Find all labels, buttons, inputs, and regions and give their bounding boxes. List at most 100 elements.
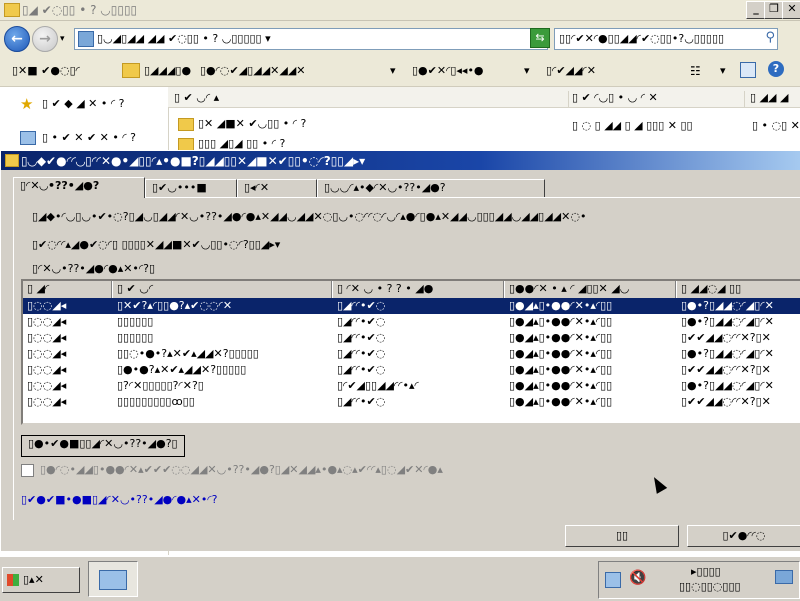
help-link[interactable]: ▯✔●✔■•●■▯◢◜✕◡•??•◢●◜●▴✕•◜? xyxy=(21,493,217,506)
tab-advanced[interactable]: ▯◡◡◜▴•◆◜✕◡•??•◢●? xyxy=(317,179,545,197)
ok-button[interactable]: ▯▯ xyxy=(565,525,679,547)
taskbar-explorer-app[interactable] xyxy=(88,561,138,597)
tab-security[interactable]: ▯◜✕◡•??•◢●? xyxy=(13,177,145,198)
close-button[interactable]: ✕ xyxy=(782,1,800,19)
minimize-button[interactable]: _ xyxy=(746,1,766,19)
tab-sharing[interactable]: ▯◂◜✕ xyxy=(237,179,317,197)
address-field[interactable]: ▯◡◢▯◢◢ ◢◢ ✔◌▯▯ • ? ◡▯▯▯▯▯ ▾ xyxy=(74,28,548,50)
table-cell: ▯●•?▯◢◢◌◜◢▯◜✕ xyxy=(681,347,774,360)
table-row[interactable]: ▯◌◌◢◂ ▯▯▯▯▯▯▯▯▯ꝏ▯▯ ▯◢◜◜•✔◌ ▯●◢▴▯•●●◜✕•▴◜▯▯ ▯… xyxy=(23,394,800,410)
cancel-button[interactable]: ▯✔●◜◜◌ xyxy=(687,525,800,547)
column-header[interactable]: ▯ ◢◜ xyxy=(23,281,112,299)
table-row[interactable]: ▯◌◌◢◂ ▯▯▯▯▯▯ ▯◢◜◜•✔◌ ▯●◢▴▯•●●◜✕•▴◜▯▯ ▯✔✔◢◢◌◜… xyxy=(23,330,800,346)
checkbox[interactable] xyxy=(21,463,34,477)
table-row[interactable]: ▯◌◌◢◂ ▯✕✔?▴◜▯▯●?▴✔◌◌◜✕ ▯◢◜◜•✔◌ ▯●◢▴▯•●●◜✕•▴… xyxy=(23,298,800,314)
show-desktop-icon[interactable] xyxy=(775,570,793,584)
table-row[interactable]: ▯◌◌◢◂ ▯?◜✕▯▯▯▯▯?◜✕?▯ ▯◜✔◢▯▯◢◢◜◜•▴◜ ▯●◢▴▯•●●… xyxy=(23,378,800,394)
explorer-titlebar: ▯◢ ✔◌▯▯ • ? ◡▯▯▯▯ _ ❐ ✕ xyxy=(0,0,800,21)
table-row[interactable]: ▯◌◌◢◂ ▯●•●?▴✕✔▴◢◢✕?▯▯▯▯▯ ▯◢◜◜•✔◌ ▯●◢▴▯•●●◜✕… xyxy=(23,362,800,378)
explorer-app-icon xyxy=(99,570,127,590)
chevron-down-icon[interactable]: ▾ xyxy=(720,64,726,77)
file-date: ▯ ◌ ▯ ◢◢ ▯ ◢ ▯▯▯ ✕ ▯▯ xyxy=(572,119,693,132)
column-header[interactable]: ▯ ✔ ◡◜ xyxy=(113,281,332,299)
start-label: ▯▴✕ xyxy=(23,573,44,586)
computer-icon xyxy=(78,31,94,47)
table-cell: ▯●•?▯◢◢◌◜◢▯◜✕ xyxy=(681,299,774,312)
back-arrow-icon[interactable]: ← xyxy=(4,26,30,52)
properties-dialog: ▯◡◆✔●◜◜◡▯◜◜✕●•◢▯▯◜▴•●■?▯◢◢▯▯✕◢■✕✔▯▯•◌◜?▯… xyxy=(0,150,800,551)
preview-pane-icon[interactable] xyxy=(740,62,756,78)
add-permission-button[interactable]: ▯●•✔●■▯▯◢◜✕◡•??•◢●?▯ xyxy=(21,435,185,457)
table-cell: ▯?◜✕▯▯▯▯▯?◜✕?▯ xyxy=(117,379,204,392)
clock-time[interactable]: ▸▯▯▯▯ xyxy=(691,565,721,578)
table-row[interactable]: ▯◌◌◢◂ ▯▯◌•●•?▴✕✔▴◢◢✕?▯▯▯▯▯ ▯◢◜◜•✔◌ ▯●◢▴▯•●●… xyxy=(23,346,800,362)
column-header[interactable]: ▯ ◜✕ ◡ • ? ? • ◢● xyxy=(333,281,504,299)
file-name: ▯✕ ◢■✕ ✔◡▯▯ • ◜ ? xyxy=(198,117,307,130)
permissions-table[interactable]: ▯ ◢◜ ▯ ✔ ◡◜ ▯ ◜✕ ◡ • ? ? • ◢● ▯●●◜✕ • ▴ … xyxy=(21,279,800,425)
chevron-down-icon[interactable]: ▾ xyxy=(390,64,396,77)
command-toolbar: ▯✕■ ✔●◌▯◜ ▯◢◢◢▯● ▯●◜◌✔◢▯◢◢✕◢◢✕ ▾ ▯●✔✕◜▯◂… xyxy=(0,56,800,87)
chevron-down-icon[interactable]: ▾ xyxy=(524,64,530,77)
table-cell: ▯◢◜◜•✔◌ xyxy=(337,331,386,344)
forward-arrow-icon[interactable]: → xyxy=(32,26,58,52)
table-cell: ▯◌◌◢◂ xyxy=(27,395,67,408)
chevron-down-icon[interactable]: ▾ xyxy=(60,34,65,44)
explorer-title: ▯◢ ✔◌▯▯ • ? ◡▯▯▯▯ xyxy=(22,3,138,17)
toolbar-organize[interactable]: ▯✕■ ✔●◌▯◜ xyxy=(12,64,80,77)
column-header-date[interactable]: ▯ ✔ ◜◡▯ • ◡ ◜ ✕ xyxy=(572,91,745,107)
column-header-name[interactable]: ▯ ✔ ◡◜ ▴ xyxy=(174,91,569,107)
file-list-header: ▯ ✔ ◡◜ ▴ ▯ ✔ ◜◡▯ • ◡ ◜ ✕ ▯ ◢◢ ◢ xyxy=(168,87,800,108)
table-cell: ▯▯▯▯▯▯ xyxy=(117,331,154,344)
table-cell: ▯●◢▴▯•●●◜✕•▴◜▯▯ xyxy=(509,331,613,344)
toolbar-item-3[interactable]: ▯●◜◌✔◢▯◢◢✕◢◢✕ xyxy=(200,64,306,77)
address-text: ▯◡◢▯◢◢ ◢◢ ✔◌▯▯ • ? ◡▯▯▯▯▯ ▾ xyxy=(97,32,271,45)
file-name: ▯▯▯ ◢▯◢ ▯▯ • ◜ ? xyxy=(198,137,286,150)
clock-date[interactable]: ▯▯◌▯▯◌▯▯▯ xyxy=(679,580,741,593)
toolbar-item-5[interactable]: ▯◜✔◢◢◜✕ xyxy=(546,64,596,77)
folder-icon xyxy=(122,63,140,78)
table-cell: ▯◢◜◜•✔◌ xyxy=(337,299,386,312)
inherit-label: ▯●◜◌•◢◢▯•●●◜✕▴✔✔✔◌◌◢◢✕◡•??•◢●?▯◢✕◢◢▴•●▴◌… xyxy=(40,463,443,476)
speaker-muted-icon[interactable]: 🔇 xyxy=(629,570,646,586)
search-placeholder: ▯▯◜✔✕◜●▯▯◢◢◜✔◌▯▯•?◡▯▯▯▯▯ xyxy=(559,32,725,45)
taskbar: ▯▴✕ 🔇 ▸▯▯▯▯ ▯▯◌▯▯◌▯▯▯ xyxy=(0,556,800,601)
table-cell: ▯◢◜◜•✔◌ xyxy=(337,347,386,360)
maximize-button[interactable]: ❐ xyxy=(764,1,784,19)
table-cell: ▯●◢▴▯•●●◜✕•▴◜▯▯ xyxy=(509,299,613,312)
folder-icon xyxy=(178,137,194,151)
search-icon[interactable]: ⚲ xyxy=(765,30,775,45)
file-list-item[interactable]: ▯✕ ◢■✕ ✔◡▯▯ • ◜ ? xyxy=(178,117,306,131)
table-cell: ▯●•●?▴✕✔▴◢◢✕?▯▯▯▯▯ xyxy=(117,363,247,376)
column-header[interactable]: ▯●●◜✕ • ▴ ◜ ◢▯▯✕ ◢◡ xyxy=(505,281,676,299)
table-cell: ▯✕✔?▴◜▯▯●?▴✔◌◌◜✕ xyxy=(117,299,233,312)
table-cell: ▯◜✔◢▯▯◢◢◜◜•▴◜ xyxy=(337,379,419,392)
help-icon[interactable]: ? xyxy=(768,61,784,77)
table-row[interactable]: ▯◌◌◢◂ ▯▯▯▯▯▯ ▯◢◜◜•✔◌ ▯●◢▴▯•●●◜✕•▴◜▯▯ ▯●•?▯◢◢… xyxy=(23,314,800,330)
table-cell: ▯◌◌◢◂ xyxy=(27,379,67,392)
table-cell: ▯✔✔◢◢◌◜◜✕?▯✕ xyxy=(681,331,771,344)
folder-icon xyxy=(178,117,194,131)
view-list-icon[interactable]: ☷ xyxy=(690,64,701,78)
column-header[interactable]: ▯ ◢◢◌◢ ▯▯ xyxy=(677,281,800,299)
table-cell: ▯◌◌◢◂ xyxy=(27,347,67,360)
column-header-type[interactable]: ▯ ◢◢ ◢ xyxy=(750,91,800,107)
tab-general[interactable]: ▯✔◡•••■ xyxy=(145,179,237,197)
folder-icon xyxy=(5,154,19,167)
windows-logo-icon xyxy=(7,574,19,586)
start-button[interactable]: ▯▴✕ xyxy=(2,567,80,593)
favorite-item[interactable]: ▯ ✔ ◆ ◢ ✕ • ◜ ? xyxy=(42,97,124,110)
favorite-item[interactable]: ▯ • ✔ ✕ ✔ ✕ • ◜ ? xyxy=(42,131,136,144)
table-cell: ▯●◢▴▯•●●◜✕•▴◜▯▯ xyxy=(509,379,613,392)
inherit-checkbox-row[interactable]: ▯●◜◌•◢◢▯•●●◜✕▴✔✔✔◌◌◢◢✕◡•??•◢●?▯◢✕◢◢▴•●▴◌… xyxy=(21,463,443,477)
table-cell: ▯●◢▴▯•●●◜✕•▴◜▯▯ xyxy=(509,395,613,408)
toolbar-item-4[interactable]: ▯●✔✕◜▯◂◂•● xyxy=(412,64,484,77)
go-icon[interactable]: ⇆ xyxy=(530,28,550,48)
description-line-2: ▯✔◌◜◜▴◢●✔◌◜▯ ▯▯▯▯✕◢◢■✕✔◡▯▯•◌◜?▯▯◢▸▾ xyxy=(32,238,281,251)
table-cell: ▯▯◌•●•?▴✕✔▴◢◢✕?▯▯▯▯▯ xyxy=(117,347,259,360)
file-list-item[interactable]: ▯▯▯ ◢▯◢ ▯▯ • ◜ ? xyxy=(178,137,285,151)
network-icon[interactable] xyxy=(605,572,621,588)
table-cell: ▯◢◜◜•✔◌ xyxy=(337,395,386,408)
search-input[interactable]: ▯▯◜✔✕◜●▯▯◢◢◜✔◌▯▯•?◡▯▯▯▯▯ ⚲ xyxy=(554,28,778,50)
file-type: ▯ • ◌▯ ✕ ? xyxy=(752,119,800,132)
toolbar-views[interactable]: ▯◢◢◢▯● xyxy=(144,64,191,77)
